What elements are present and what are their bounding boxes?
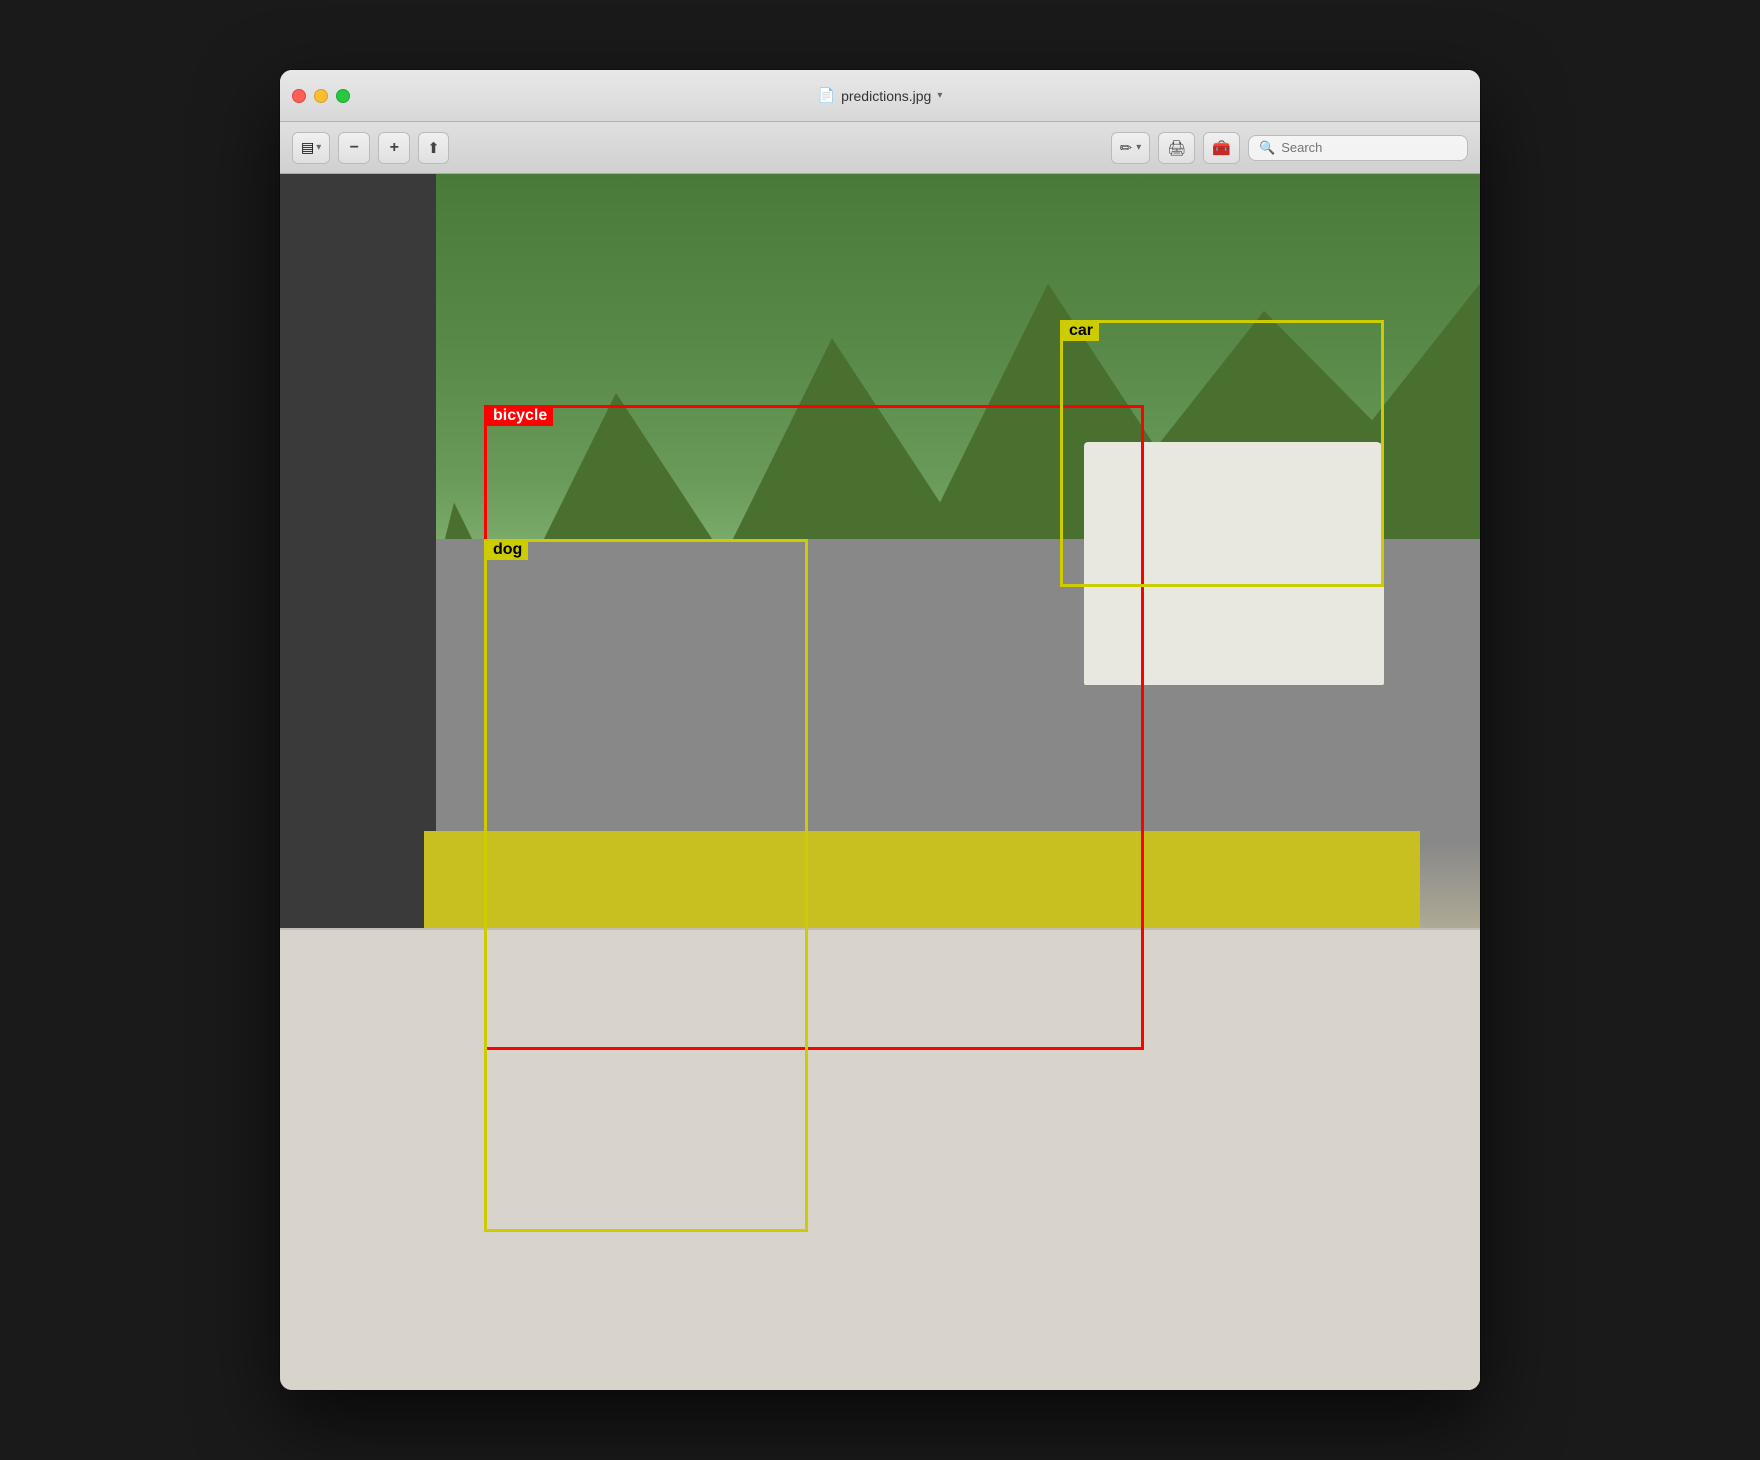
porch-floor [280,928,1480,1390]
window-title: predictions.jpg [841,88,931,104]
toolbar: ▤ ▾ − + ⬆ ✏ ▾ 🖨 🧰 🔍 [280,122,1480,174]
maximize-button[interactable] [336,89,350,103]
export-button[interactable]: 🖨 [1158,132,1195,164]
chevron-down-icon: ▾ [937,90,942,101]
sidebar-chevron-icon: ▾ [316,142,321,153]
traffic-lights [292,89,350,103]
markup-tool-button[interactable]: ✏ ▾ [1111,132,1151,164]
white-car-shape [1084,442,1384,685]
zoom-out-icon: − [350,139,359,157]
zoom-in-button[interactable]: + [378,132,410,164]
markup-chevron-icon: ▾ [1136,142,1141,153]
toolbox-icon: 🧰 [1212,139,1231,157]
scene [280,174,1480,1390]
export-icon: 🖨 [1167,139,1186,157]
search-input[interactable] [1281,140,1457,155]
search-icon: 🔍 [1259,140,1275,156]
image-container: bicycle dog car [280,174,1480,1390]
minimize-button[interactable] [314,89,328,103]
sidebar-toggle-button[interactable]: ▤ ▾ [292,132,330,164]
zoom-in-icon: + [390,139,399,157]
toolbox-button[interactable]: 🧰 [1203,132,1240,164]
share-icon: ⬆ [427,139,440,157]
file-icon: 📄 [818,87,835,104]
search-box[interactable]: 🔍 [1248,135,1468,161]
sidebar-icon: ▤ [301,139,314,156]
close-button[interactable] [292,89,306,103]
titlebar: 📄 predictions.jpg ▾ [280,70,1480,122]
window-title-area: 📄 predictions.jpg ▾ [818,87,943,104]
zoom-out-button[interactable]: − [338,132,370,164]
share-button[interactable]: ⬆ [418,132,449,164]
markup-icon: ✏ [1120,139,1133,157]
app-window: 📄 predictions.jpg ▾ ▤ ▾ − + ⬆ ✏ ▾ [280,70,1480,1390]
